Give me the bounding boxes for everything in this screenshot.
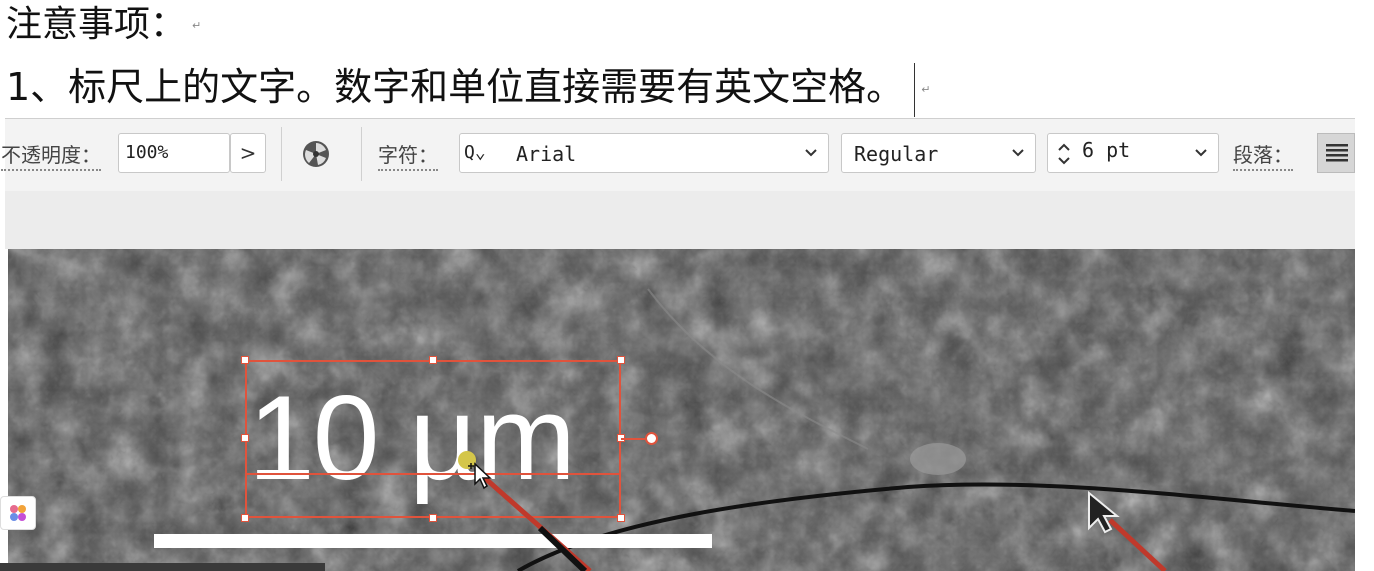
overlay-strokes [476,470,1167,571]
app-icon[interactable] [0,496,36,530]
move-cursor-icon [468,462,492,490]
bottom-strip [0,563,325,571]
pointer-icon [1088,490,1120,534]
